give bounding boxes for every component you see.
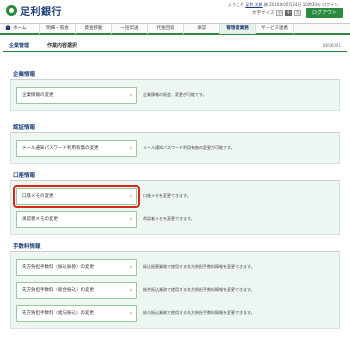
menu-button-label: 口座メモの変更 bbox=[22, 193, 54, 199]
section-body: メール通知パスワード利用有無の変更 › メール通知パスワード利用有無の変更が可能で… bbox=[10, 133, 340, 164]
section-title: 口座情報 bbox=[10, 172, 340, 181]
nav-tab-statements[interactable]: 明細・照会 bbox=[40, 24, 76, 34]
nav-tab-collection[interactable]: 代金回収 bbox=[148, 24, 184, 34]
text-size-small-button[interactable]: 小 bbox=[276, 10, 284, 16]
text-size-control: 文字サイズ 小 中 大 bbox=[252, 10, 302, 16]
user-suffix: 様 2016年06月24日 10時30分 ログイン bbox=[263, 2, 339, 7]
section-auth-info: 認証情報 メール通知パスワード利用有無の変更 › メール通知パスワード利用有無の変… bbox=[10, 124, 340, 164]
global-nav: ホーム 明細・照会 資金移動 一括伝送 代金回収 承認 管理者業務 サービス連携 bbox=[0, 23, 350, 35]
change-fee-salary-transfer-button[interactable]: 先方負担手数料（給与振込）の変更 › bbox=[16, 304, 137, 322]
change-fee-transfer-button[interactable]: 先方負担手数料（振込振替）の変更 › bbox=[16, 258, 137, 276]
menu-description: 企業情報の照会、変更が可能です。 bbox=[143, 92, 207, 97]
change-account-memo-button[interactable]: 口座メモの変更 › bbox=[13, 184, 140, 208]
menu-description: 承認者メモを変更できます。 bbox=[143, 216, 195, 221]
chevron-right-icon: › bbox=[129, 91, 132, 99]
section-title: 企業情報 bbox=[10, 71, 340, 80]
section-body: 先方負担手数料（振込振替）の変更 › 振込振替業務で使用する先方負担手数料情報を変… bbox=[10, 252, 340, 329]
bank-logo[interactable]: 足利銀行 bbox=[6, 3, 62, 18]
page-category: 企業管理 bbox=[9, 43, 30, 49]
menu-description: 振込振替業務で使用する先方負担手数料情報を変更できます。 bbox=[143, 264, 255, 269]
nav-tab-home[interactable]: ホーム bbox=[0, 24, 40, 34]
change-email-password-usage-button[interactable]: メール通知パスワード利用有無の変更 › bbox=[16, 139, 137, 157]
logout-button[interactable]: ログアウト bbox=[306, 8, 343, 18]
page-title: 作業内容選択 bbox=[47, 43, 78, 49]
bank-logo-icon bbox=[6, 4, 17, 16]
menu-button-label: 先方負担手数料（給与振込）の変更 bbox=[22, 310, 94, 316]
section-company-info: 企業情報 企業情報の変更 › 企業情報の照会、変更が可能です。 bbox=[10, 71, 340, 111]
chevron-right-icon: › bbox=[129, 192, 132, 200]
chevron-right-icon: › bbox=[129, 263, 132, 271]
text-size-medium-button[interactable]: 中 bbox=[285, 10, 293, 16]
menu-row: 企業情報の変更 › 企業情報の照会、変更が可能です。 bbox=[16, 84, 334, 106]
text-size-label: 文字サイズ bbox=[252, 11, 275, 16]
section-body: 口座メモの変更 › 口座メモを変更できます。 承認者メモの変更 › 承認者メモを変更… bbox=[10, 181, 340, 235]
section-body: 企業情報の変更 › 企業情報の照会、変更が可能です。 bbox=[10, 80, 340, 111]
user-name[interactable]: 足利 太郎 bbox=[245, 2, 262, 7]
change-fee-general-transfer-button[interactable]: 先方負担手数料（総合振込）の変更 › bbox=[16, 281, 137, 299]
page-title-bar: 企業管理 作業内容選択 BKSK001 bbox=[3, 40, 347, 52]
menu-row: メール通知パスワード利用有無の変更 › メール通知パスワード利用有無の変更が可能で… bbox=[16, 137, 334, 159]
menu-row: 承認者メモの変更 › 承認者メモを変更できます。 bbox=[16, 208, 334, 230]
menu-button-label: 企業情報の変更 bbox=[22, 92, 54, 98]
menu-row: 先方負担手数料（総合振込）の変更 › 総合振込業務で使用する先方負担手数料情報を変… bbox=[16, 279, 334, 301]
home-icon bbox=[5, 25, 11, 30]
nav-tab-label: ホーム bbox=[13, 26, 27, 31]
menu-row: 先方負担手数料（振込振替）の変更 › 振込振替業務で使用する先方負担手数料情報を変… bbox=[16, 256, 334, 278]
nav-tab-service-link[interactable]: サービス連携 bbox=[256, 24, 294, 34]
nav-tab-batch[interactable]: 一括伝送 bbox=[112, 24, 148, 34]
chevron-right-icon: › bbox=[129, 309, 132, 317]
menu-description: メール通知パスワード利用有無の変更が可能です。 bbox=[143, 145, 235, 150]
text-size-large-button[interactable]: 大 bbox=[294, 10, 302, 16]
screen-code: BKSK001 bbox=[322, 43, 341, 48]
section-title: 手数料情報 bbox=[10, 243, 340, 252]
chevron-right-icon: › bbox=[129, 286, 132, 294]
header: 足利銀行 ようこそ 足利 太郎 様 2016年06月24日 10時30分 ログイ… bbox=[0, 0, 350, 22]
nav-tab-transfer[interactable]: 資金移動 bbox=[76, 24, 112, 34]
menu-description: 口座メモを変更できます。 bbox=[143, 193, 191, 198]
bank-name: 足利銀行 bbox=[20, 6, 62, 18]
menu-button-label: 先方負担手数料（総合振込）の変更 bbox=[22, 287, 94, 293]
menu-button-label: 先方負担手数料（振込振替）の変更 bbox=[22, 264, 94, 270]
section-fee-info: 手数料情報 先方負担手数料（振込振替）の変更 › 振込振替業務で使用する先方負担手… bbox=[10, 243, 340, 329]
section-title: 認証情報 bbox=[10, 124, 340, 133]
menu-row: 口座メモの変更 › 口座メモを変更できます。 bbox=[13, 184, 334, 208]
change-company-info-button[interactable]: 企業情報の変更 › bbox=[16, 86, 137, 104]
chevron-right-icon: › bbox=[129, 215, 132, 223]
menu-row: 先方負担手数料（給与振込）の変更 › 給与振込業務で使用する先方負担手数料情報を変… bbox=[16, 302, 334, 324]
nav-tab-admin[interactable]: 管理者業務 bbox=[220, 24, 256, 34]
menu-button-label: メール通知パスワード利用有無の変更 bbox=[22, 145, 99, 151]
menu-description: 総合振込業務で使用する先方負担手数料情報を変更できます。 bbox=[143, 287, 255, 292]
menu-description: 給与振込業務で使用する先方負担手数料情報を変更できます。 bbox=[143, 310, 255, 315]
menu-button-label: 承認者メモの変更 bbox=[22, 216, 58, 222]
section-account-info: 口座情報 口座メモの変更 › 口座メモを変更できます。 承認者メモの変更 › 承認者… bbox=[10, 172, 340, 235]
user-prefix: ようこそ bbox=[228, 2, 244, 7]
nav-tab-approval[interactable]: 承認 bbox=[184, 24, 220, 34]
change-approver-memo-button[interactable]: 承認者メモの変更 › bbox=[16, 210, 137, 228]
chevron-right-icon: › bbox=[129, 144, 132, 152]
